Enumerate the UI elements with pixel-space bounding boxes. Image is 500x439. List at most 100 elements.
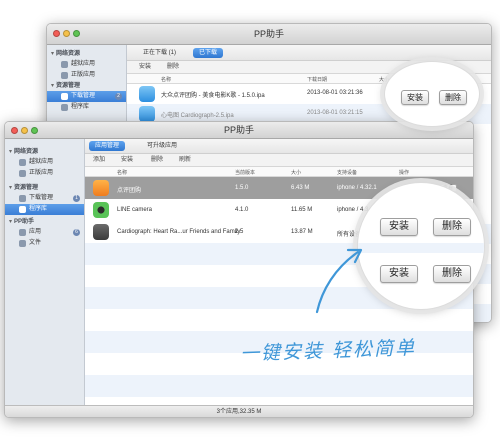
refresh-button[interactable]: 刷新 bbox=[177, 156, 193, 165]
front-window-controls bbox=[11, 127, 38, 134]
column-name[interactable]: 名称 bbox=[117, 169, 127, 176]
app-version: 4.1.0 bbox=[235, 207, 249, 213]
delete-button-zoomed[interactable]: 删除 bbox=[433, 218, 471, 236]
sidebar-item-label: 正版应用 bbox=[71, 72, 96, 78]
line-camera-icon bbox=[93, 202, 109, 218]
screenshot-stage: PP助手 网络资源 越狱应用 正版应用 资源管理 下载管理 2 程序库 正在下载 … bbox=[0, 0, 500, 439]
app-size: 6.43 M bbox=[291, 185, 310, 191]
download-date: 2013-08-01 03:21:36 bbox=[307, 90, 363, 96]
minimize-window-icon[interactable] bbox=[21, 127, 28, 134]
install-button-zoomed[interactable]: 安装 bbox=[401, 90, 429, 105]
front-toolbar: 添加 安装 删除 刷新 bbox=[85, 154, 473, 167]
magnifier-install-delete-bottom: 安装 删除 安装 删除 bbox=[357, 182, 485, 310]
app-size: 13.87 M bbox=[291, 229, 313, 235]
appstore-icon bbox=[139, 86, 155, 102]
sidebar-item-label: 下载管理 bbox=[29, 195, 54, 201]
sidebar-item-official-apps[interactable]: 正版应用 bbox=[47, 70, 126, 81]
appstore-icon bbox=[139, 106, 155, 122]
app-version: 2.5 bbox=[235, 229, 244, 235]
tab-downloaded[interactable]: 已下载 bbox=[193, 48, 224, 58]
delete-button[interactable]: 删除 bbox=[165, 63, 181, 72]
column-name[interactable]: 名称 bbox=[161, 76, 171, 83]
pp-icon bbox=[61, 61, 68, 68]
install-button[interactable]: 安装 bbox=[119, 156, 135, 165]
folder-icon bbox=[19, 240, 26, 247]
column-download-date[interactable]: 下载日期 bbox=[307, 76, 327, 83]
app-name: Cardiograph: Heart Ra...ur Friends and F… bbox=[117, 229, 241, 235]
delete-button[interactable]: 删除 bbox=[149, 156, 165, 165]
tab-app-management[interactable]: 应用管理 bbox=[89, 141, 126, 151]
sidebar-item-label: 程序库 bbox=[29, 206, 48, 212]
cardiograph-icon bbox=[93, 224, 109, 240]
sidebar-item-label: 正版应用 bbox=[29, 170, 54, 176]
zoomed-row-divider bbox=[358, 243, 484, 253]
sidebar-item-library[interactable]: 程序库 bbox=[5, 204, 84, 215]
app-device: iphone / 4.3 bbox=[337, 207, 369, 213]
empty-row bbox=[85, 375, 473, 397]
sidebar-item-jailbreak-apps[interactable]: 越狱应用 bbox=[5, 157, 84, 168]
column-device[interactable]: 支持设备 bbox=[337, 169, 357, 176]
install-button-zoomed[interactable]: 安装 bbox=[380, 265, 418, 283]
tab-downloading[interactable]: 正在下载 (1) bbox=[137, 48, 182, 58]
apps-icon bbox=[19, 229, 26, 236]
sidebar-group-resources: 资源管理 bbox=[47, 81, 126, 91]
back-window-title: PP助手 bbox=[253, 29, 284, 39]
delete-button-zoomed[interactable]: 删除 bbox=[433, 265, 471, 283]
app-size: 11.65 M bbox=[291, 207, 313, 213]
status-bar: 3个应用,32.35 M bbox=[5, 405, 473, 417]
download-icon bbox=[19, 195, 26, 202]
app-name: LINE camera bbox=[117, 207, 153, 213]
sidebar-item-download-manager[interactable]: 下载管理 2 bbox=[47, 91, 126, 102]
app-name: 点评团购 bbox=[117, 188, 142, 194]
sidebar-item-label: 越狱应用 bbox=[71, 61, 96, 67]
column-version[interactable]: 当前版本 bbox=[235, 169, 255, 176]
sidebar-item-label: 下载管理 bbox=[71, 93, 96, 99]
close-window-icon[interactable] bbox=[11, 127, 18, 134]
download-date: 2013-08-01 03:21:15 bbox=[307, 110, 363, 116]
library-icon bbox=[19, 206, 26, 213]
tab-upgradable-apps[interactable]: 可升级应用 bbox=[141, 141, 183, 151]
sidebar-item-download-manager[interactable]: 下载管理 1 bbox=[5, 193, 84, 204]
add-button[interactable]: 添加 bbox=[91, 156, 107, 165]
sidebar-group-pp-assistant[interactable]: PP助手 bbox=[5, 217, 84, 227]
zoom-window-icon[interactable] bbox=[73, 30, 80, 37]
sidebar-group-network: 网络资源 bbox=[5, 147, 84, 157]
sidebar-item-files[interactable]: 文件 bbox=[5, 238, 84, 249]
delete-button-zoomed[interactable]: 删除 bbox=[439, 90, 467, 105]
sidebar-group-resources: 资源管理 bbox=[5, 183, 84, 193]
install-button[interactable]: 安装 bbox=[137, 63, 153, 72]
file-name: 大众点评团购 - 美食电影K歌 - 1.5.0.ipa bbox=[161, 93, 265, 99]
file-name: 心电图 Cardiograph-2.5.ipa bbox=[161, 113, 234, 119]
column-size[interactable]: 大小 bbox=[291, 169, 301, 176]
sidebar-item-label: 越狱应用 bbox=[29, 159, 54, 165]
sidebar-item-apps[interactable]: 应用 6 bbox=[5, 227, 84, 238]
apps-count-badge: 6 bbox=[73, 229, 80, 236]
sidebar-item-label: 文件 bbox=[29, 240, 42, 246]
pp-icon bbox=[19, 159, 26, 166]
download-icon bbox=[61, 93, 68, 100]
front-titlebar: PP助手 bbox=[5, 122, 473, 139]
back-tabbar: 正在下载 (1) 已下载 bbox=[127, 45, 491, 61]
sidebar-item-official-apps[interactable]: 正版应用 bbox=[5, 168, 84, 179]
back-window-controls bbox=[53, 30, 80, 37]
apple-icon bbox=[61, 72, 68, 79]
apple-icon bbox=[19, 170, 26, 177]
close-window-icon[interactable] bbox=[53, 30, 60, 37]
sidebar-group-network: 网络资源 bbox=[47, 49, 126, 59]
column-action[interactable]: 操作 bbox=[399, 169, 409, 176]
sidebar-item-library[interactable]: 程序库 bbox=[47, 102, 126, 113]
sidebar-item-jailbreak-apps[interactable]: 越狱应用 bbox=[47, 59, 126, 70]
minimize-window-icon[interactable] bbox=[63, 30, 70, 37]
download-count-badge: 2 bbox=[115, 93, 122, 100]
install-button-zoomed[interactable]: 安装 bbox=[380, 218, 418, 236]
front-column-header: 名称 当前版本 大小 支持设备 操作 bbox=[85, 167, 473, 177]
app-device: iphone / 4.32.1 bbox=[337, 185, 377, 191]
sidebar-item-label: 程序库 bbox=[71, 104, 90, 110]
back-titlebar: PP助手 bbox=[47, 24, 491, 45]
library-icon bbox=[61, 104, 68, 111]
download-count-badge: 1 bbox=[73, 195, 80, 202]
front-tabbar: 应用管理 可升级应用 bbox=[85, 139, 473, 154]
zoom-window-icon[interactable] bbox=[31, 127, 38, 134]
front-window-title: PP助手 bbox=[223, 125, 254, 135]
sidebar-item-label: 应用 bbox=[29, 229, 42, 235]
